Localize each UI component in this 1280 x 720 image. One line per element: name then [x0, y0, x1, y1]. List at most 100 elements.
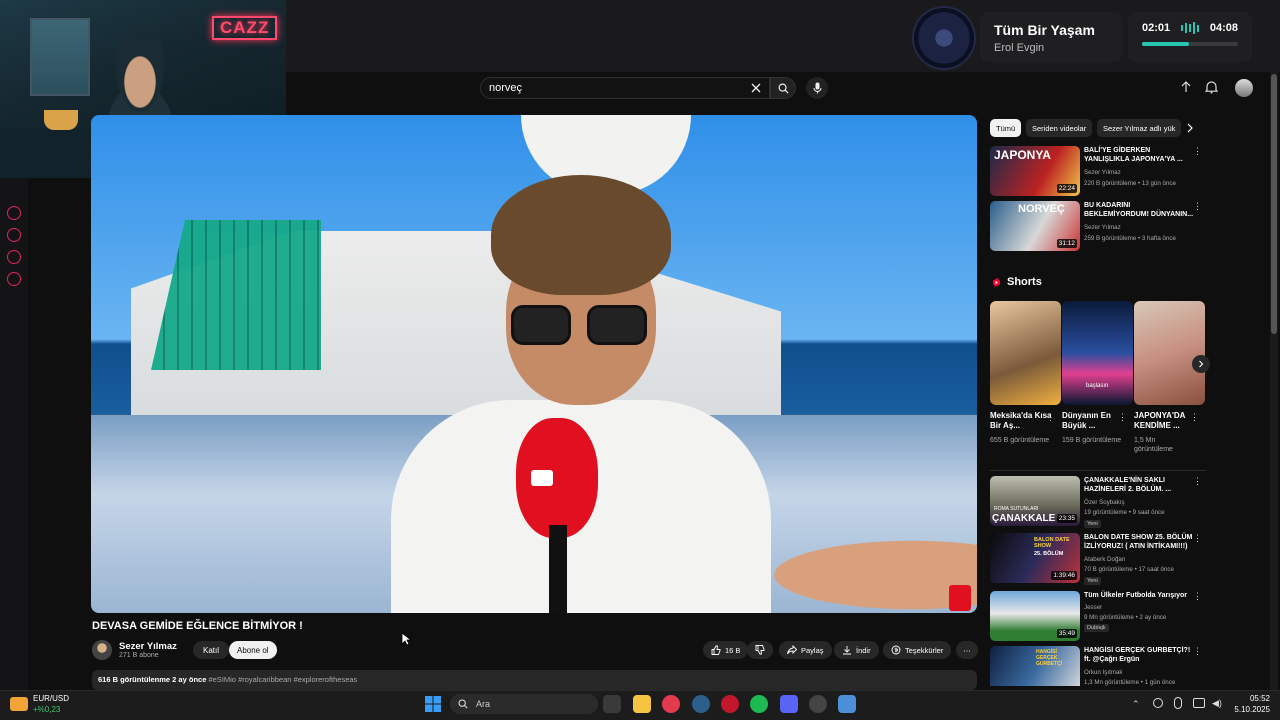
microphone-tray-icon[interactable] [1174, 697, 1182, 709]
volume-icon[interactable]: ◀) [1212, 698, 1222, 709]
rail-gear-icon[interactable] [7, 272, 21, 286]
rec-title[interactable]: BALON DATE SHOW 25. BÖLÜM İZLİYORUZ! ( A… [1084, 533, 1194, 551]
list-item[interactable]: JAPONYA 22:24 BALİ'YE GİDERKEN YANLIŞLIK… [990, 146, 1206, 198]
more-vert-icon[interactable]: ⋮ [1193, 591, 1202, 602]
steam-icon[interactable] [692, 695, 710, 713]
upload-icon[interactable] [1180, 80, 1192, 94]
search-button[interactable] [770, 77, 796, 99]
app-red-icon[interactable] [721, 695, 739, 713]
video-thumbnail[interactable]: 35:49 [990, 591, 1080, 641]
search-box[interactable]: norveç [480, 77, 770, 99]
subscribe-button[interactable]: Abone ol [229, 641, 277, 659]
rec-channel[interactable]: Orkun Işıtmak [1084, 669, 1123, 676]
weather-widget-icon[interactable] [10, 697, 28, 711]
tray-app-icon[interactable] [1153, 698, 1163, 708]
scrollbar-thumb[interactable] [1271, 74, 1277, 334]
thanks-button[interactable]: Teşekkürler [883, 641, 952, 659]
channel-avatar[interactable] [92, 640, 112, 660]
task-view-icon[interactable] [603, 695, 621, 713]
waveform-icon [1181, 22, 1199, 34]
short-thumbnail[interactable]: başlasın [1062, 301, 1133, 405]
chevron-up-icon[interactable]: ⌃ [1132, 699, 1140, 710]
windows-start-icon[interactable] [425, 696, 441, 712]
more-vert-icon[interactable]: ⋮ [1193, 476, 1202, 487]
spotify-icon[interactable] [750, 695, 768, 713]
subscribe-watermark-icon[interactable] [949, 585, 971, 611]
chip-series[interactable]: Seriden videolar [1026, 119, 1093, 137]
rec-channel[interactable]: Ataberk Doğan [1084, 556, 1125, 563]
more-vert-icon[interactable]: ⋮ [1118, 412, 1127, 423]
shorts-next-button[interactable] [1192, 355, 1210, 373]
page-scrollbar[interactable] [1270, 72, 1278, 690]
rec-title[interactable]: BALİ'YE GİDERKEN YANLIŞLIKLA JAPONYA'YA … [1084, 146, 1194, 164]
video-thumbnail[interactable]: NORVEÇ 31:12 [990, 201, 1080, 251]
join-button[interactable]: Katıl [193, 641, 230, 659]
short-thumbnail[interactable] [1134, 301, 1205, 405]
rail-circle-icon[interactable] [7, 206, 21, 220]
more-vert-icon[interactable]: ⋮ [1193, 646, 1202, 657]
chip-channel[interactable]: Sezer Yılmaz adlı yük [1097, 119, 1182, 137]
taskbar-clock[interactable]: 05:52 5.10.2025 [1228, 693, 1270, 715]
glass-roof [151, 220, 321, 370]
playback-progress[interactable] [1142, 42, 1238, 46]
now-playing-card[interactable]: Tüm Bir Yaşam Erol Evgin [980, 12, 1122, 62]
rec-title[interactable]: ÇANAKKALE'NİN SAKLI HAZİNELERİ 2. BÖLÜM.… [1084, 476, 1194, 494]
presenter [391, 175, 771, 613]
description-box[interactable]: 616 B görüntülenme 2 ay önce #eSIMio #ro… [92, 670, 977, 690]
more-vert-icon[interactable]: ⋮ [1193, 533, 1202, 544]
rec-title[interactable]: HANGİSİ GERÇEK GURBETÇİ?! ft. @Çağrı Erg… [1084, 646, 1194, 664]
dislike-button[interactable] [747, 641, 773, 659]
hashtags[interactable]: #eSIMio #royalcaribbean #explorerofthese… [208, 675, 357, 684]
short-thumbnail[interactable] [990, 301, 1061, 405]
rec-channel[interactable]: Sezer Yılmaz [1084, 169, 1121, 176]
short-views: 159 B görüntüleme [1062, 437, 1122, 444]
more-vert-icon[interactable]: ⋮ [1193, 201, 1202, 212]
short-title[interactable]: Meksika'da Kısa Bir Aş... [990, 411, 1052, 431]
account-avatar[interactable] [1235, 79, 1253, 97]
more-actions-button[interactable]: ⋯ [956, 641, 978, 659]
rec-title[interactable]: BU KADARINI BEKLEMİYORDUM! DÜNYANIN... [1084, 201, 1194, 219]
rec-channel[interactable]: Jesser [1084, 604, 1102, 611]
rec-channel[interactable]: Sezer Yılmaz [1084, 224, 1121, 231]
network-icon[interactable] [1193, 698, 1205, 708]
currency-pair[interactable]: EUR/USD [33, 694, 69, 703]
rec-title[interactable]: Tüm Ülkeler Futbolda Yarışıyor [1084, 591, 1194, 600]
video-thumbnail[interactable]: BALON DATE SHOW 25. BÖLÜM 1:39:46 [990, 533, 1080, 583]
short-title[interactable]: Dünyanın En Büyük ... [1062, 411, 1124, 431]
download-button[interactable]: İndir [834, 641, 879, 659]
more-vert-icon[interactable]: ⋮ [1190, 412, 1199, 423]
chevron-right-icon[interactable] [1186, 123, 1194, 133]
list-item[interactable]: 35:49 Tüm Ülkeler Futbolda Yarışıyor Jes… [990, 591, 1206, 643]
rail-shield-icon[interactable] [7, 250, 21, 264]
short-title[interactable]: JAPONYA'DA KENDİME ... [1134, 411, 1196, 431]
discord-icon[interactable] [780, 695, 798, 713]
list-item[interactable]: BALON DATE SHOW 25. BÖLÜM 1:39:46 BALON … [990, 533, 1206, 585]
share-button[interactable]: Paylaş [779, 641, 832, 659]
channel-name[interactable]: Sezer Yılmaz [119, 641, 177, 652]
list-item[interactable]: HANGİSİ GERÇEK GURBETÇİ HANGİSİ GERÇEK G… [990, 646, 1206, 686]
video-thumbnail[interactable]: JAPONYA 22:24 [990, 146, 1080, 196]
file-explorer-icon[interactable] [633, 695, 651, 713]
chip-all[interactable]: Tümü [990, 119, 1022, 137]
video-thumbnail[interactable]: ROMA SUTUNLARI ÇANAKKALE 23:35 [990, 476, 1080, 526]
thanks-label: Teşekkürler [905, 645, 944, 655]
search-input[interactable]: norveç [489, 82, 522, 94]
coffee-cup-illustration [44, 110, 78, 130]
rail-clock-icon[interactable] [7, 228, 21, 242]
settings-app-icon[interactable] [838, 695, 856, 713]
list-item[interactable]: ROMA SUTUNLARI ÇANAKKALE 23:35 ÇANAKKALE… [990, 476, 1206, 528]
more-vert-icon[interactable]: ⋮ [1046, 412, 1055, 423]
bell-icon[interactable] [1205, 80, 1218, 94]
rec-channel[interactable]: Özer Soybakış [1084, 499, 1125, 506]
share-label: Paylaş [801, 645, 824, 655]
video-thumbnail[interactable]: HANGİSİ GERÇEK GURBETÇİ [990, 646, 1080, 686]
like-button[interactable]: 16 B [703, 641, 749, 659]
taskbar-search[interactable]: Ara [450, 694, 598, 714]
opera-icon[interactable] [662, 695, 680, 713]
obs-icon[interactable] [809, 695, 827, 713]
more-vert-icon[interactable]: ⋮ [1193, 146, 1202, 157]
voice-search-button[interactable] [806, 77, 828, 99]
list-item[interactable]: NORVEÇ 31:12 BU KADARINI BEKLEMİYORDUM! … [990, 201, 1206, 253]
close-icon[interactable] [751, 83, 761, 93]
video-player[interactable] [91, 115, 977, 613]
